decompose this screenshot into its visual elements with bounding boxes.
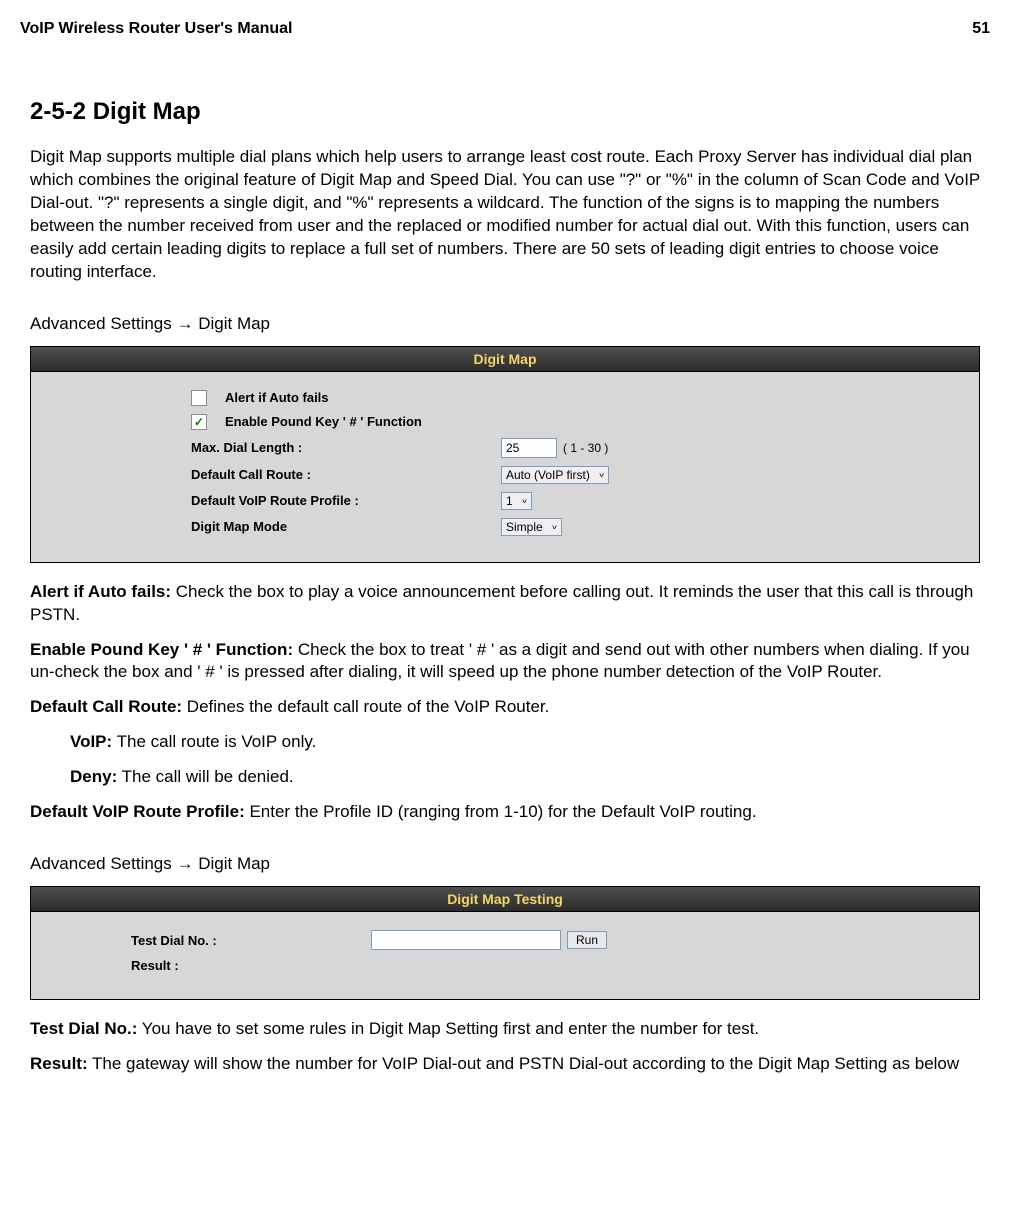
route-desc-body: Defines the default call route of the Vo… <box>182 697 549 716</box>
test-dial-label: Test Dial No. : <box>131 933 371 948</box>
alert-label: Alert if Auto fails <box>225 390 535 405</box>
digit-map-mode-select[interactable]: Simple <box>501 518 562 536</box>
digit-map-panel-title: Digit Map <box>31 347 979 372</box>
route-description: Default Call Route: Defines the default … <box>30 696 980 719</box>
result-desc-body: The gateway will show the number for VoI… <box>88 1054 960 1073</box>
route-desc-title: Default Call Route: <box>30 697 182 716</box>
profile-desc-title: Default VoIP Route Profile: <box>30 802 245 821</box>
digit-map-panel-body: Alert if Auto fails ✓ Enable Pound Key '… <box>31 372 979 562</box>
result-description: Result: The gateway will show the number… <box>30 1053 980 1076</box>
deny-desc-body: The call will be denied. <box>117 767 293 786</box>
page-content: 2-5-2 Digit Map Digit Map supports multi… <box>0 98 1010 1076</box>
max-dial-input[interactable]: 25 <box>501 438 557 458</box>
test-dial-description: Test Dial No.: You have to set some rule… <box>30 1018 980 1041</box>
digit-map-mode-row: Digit Map Mode Simple <box>191 518 959 536</box>
max-dial-row: Max. Dial Length : 25 ( 1 - 30 ) <box>191 438 959 458</box>
alert-description: Alert if Auto fails: Check the box to pl… <box>30 581 980 627</box>
result-row: Result : <box>131 958 959 973</box>
default-call-route-row: Default Call Route : Auto (VoIP first) <box>191 466 959 484</box>
default-voip-profile-label: Default VoIP Route Profile : <box>191 493 501 508</box>
voip-desc-body: The call route is VoIP only. <box>112 732 316 751</box>
test-dial-desc-body: You have to set some rules in Digit Map … <box>137 1019 759 1038</box>
manual-title: VoIP Wireless Router User's Manual <box>20 20 293 38</box>
alert-row: Alert if Auto fails <box>191 390 959 406</box>
pound-row: ✓ Enable Pound Key ' # ' Function <box>191 414 959 430</box>
default-call-route-label: Default Call Route : <box>191 467 501 482</box>
default-voip-profile-select[interactable]: 1 <box>501 492 532 510</box>
intro-paragraph: Digit Map supports multiple dial plans w… <box>30 146 980 284</box>
test-dial-desc-title: Test Dial No.: <box>30 1019 137 1038</box>
digit-map-testing-body: Test Dial No. : Run Result : <box>31 912 979 999</box>
test-dial-input[interactable] <box>371 930 561 950</box>
breadcrumb: Advanced Settings → Digit Map <box>30 854 980 874</box>
voip-desc-title: VoIP: <box>70 732 112 751</box>
manual-page: VoIP Wireless Router User's Manual 51 2-… <box>0 0 1010 1128</box>
pound-checkbox[interactable]: ✓ <box>191 414 207 430</box>
max-dial-label: Max. Dial Length : <box>191 440 501 455</box>
voip-description: VoIP: The call route is VoIP only. <box>70 731 980 754</box>
deny-description: Deny: The call will be denied. <box>70 766 980 789</box>
deny-desc-title: Deny: <box>70 767 117 786</box>
run-button[interactable]: Run <box>567 931 607 949</box>
pound-label: Enable Pound Key ' # ' Function <box>225 414 535 429</box>
test-dial-row: Test Dial No. : Run <box>131 930 959 950</box>
default-call-route-select[interactable]: Auto (VoIP first) <box>501 466 609 484</box>
breadcrumb: Advanced Settings → Digit Map <box>30 314 980 334</box>
alert-checkbox[interactable] <box>191 390 207 406</box>
digit-map-mode-label: Digit Map Mode <box>191 519 501 534</box>
max-dial-range: ( 1 - 30 ) <box>563 441 608 455</box>
page-number: 51 <box>972 20 990 38</box>
profile-desc-body: Enter the Profile ID (ranging from 1-10)… <box>245 802 757 821</box>
pound-description: Enable Pound Key ' # ' Function: Check t… <box>30 639 980 685</box>
profile-description: Default VoIP Route Profile: Enter the Pr… <box>30 801 980 824</box>
page-header: VoIP Wireless Router User's Manual 51 <box>0 20 1010 68</box>
result-desc-title: Result: <box>30 1054 88 1073</box>
digit-map-testing-title: Digit Map Testing <box>31 887 979 912</box>
result-label: Result : <box>131 958 371 973</box>
digit-map-testing-panel: Digit Map Testing Test Dial No. : Run Re… <box>30 886 980 1000</box>
default-voip-profile-row: Default VoIP Route Profile : 1 <box>191 492 959 510</box>
alert-desc-body: Check the box to play a voice announceme… <box>30 582 973 624</box>
digit-map-panel: Digit Map Alert if Auto fails ✓ Enable P… <box>30 346 980 563</box>
section-heading: 2-5-2 Digit Map <box>30 98 980 126</box>
pound-desc-title: Enable Pound Key ' # ' Function: <box>30 640 293 659</box>
alert-desc-title: Alert if Auto fails: <box>30 582 171 601</box>
